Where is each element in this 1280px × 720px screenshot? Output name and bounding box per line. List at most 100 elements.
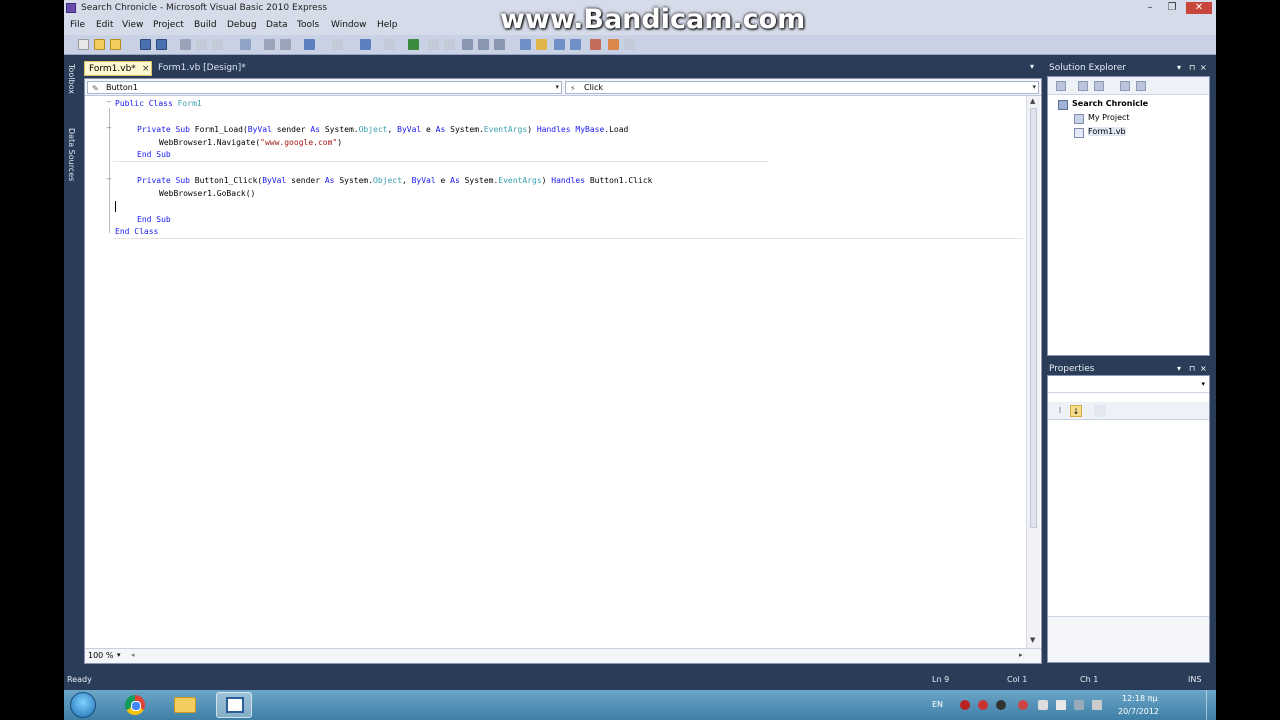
collapse-form-load-icon[interactable]: − xyxy=(105,125,113,133)
record-tray-icon[interactable] xyxy=(978,700,988,710)
status-bar: Ready Ln 9 Col 1 Ch 1 INS xyxy=(64,670,1216,690)
tab-form1-vb[interactable]: Form1.vb* × xyxy=(84,61,152,76)
network-signal-icon[interactable] xyxy=(1074,700,1084,710)
explorer-taskbar-button[interactable] xyxy=(166,692,202,718)
toolbar-options-icon[interactable] xyxy=(624,39,635,50)
volume-icon[interactable] xyxy=(1092,700,1102,710)
open-file-icon[interactable] xyxy=(94,39,105,50)
menu-data[interactable]: Data xyxy=(266,20,288,30)
close-icon[interactable]: × xyxy=(1200,61,1207,75)
menu-project[interactable]: Project xyxy=(153,20,184,30)
find-icon[interactable] xyxy=(240,39,251,50)
save-all-icon[interactable] xyxy=(156,39,167,50)
pin-icon[interactable]: ⊓ xyxy=(1189,362,1195,376)
network-tray-icon[interactable] xyxy=(1018,700,1028,710)
navigate-forward-icon[interactable] xyxy=(384,39,395,50)
window-position-icon[interactable]: ▾ xyxy=(1177,61,1181,75)
start-debugging-icon[interactable] xyxy=(408,39,419,50)
tree-item-project[interactable]: Search Chronicle xyxy=(1072,99,1148,108)
toolbox-tab[interactable]: Toolbox xyxy=(67,64,76,94)
code-editor[interactable]: ✎ Button1 ▾ ⚡ Click ▾ − − − Public Class… xyxy=(84,78,1042,664)
undo-icon[interactable] xyxy=(304,39,315,50)
scroll-up-icon[interactable]: ▲ xyxy=(1030,97,1035,105)
tab-form1-design[interactable]: Form1.vb [Design]* xyxy=(154,61,250,76)
menu-help[interactable]: Help xyxy=(377,20,398,30)
object-browser-icon[interactable] xyxy=(554,39,565,50)
tab-close-icon[interactable]: × xyxy=(142,62,150,77)
save-icon[interactable] xyxy=(140,39,151,50)
tabs-dropdown-icon[interactable]: ▾ xyxy=(1030,62,1034,71)
step-out-icon[interactable] xyxy=(494,39,505,50)
property-pages-icon[interactable] xyxy=(1094,405,1106,417)
bandicam-tray-icon[interactable] xyxy=(960,700,970,710)
visual-basic-taskbar-button[interactable] xyxy=(216,692,252,718)
language-indicator[interactable]: EN xyxy=(932,700,943,709)
power-icon[interactable] xyxy=(1056,700,1066,710)
show-desktop-button[interactable] xyxy=(1206,690,1216,720)
copy-icon[interactable] xyxy=(196,39,207,50)
app-tray-icon[interactable] xyxy=(996,700,1006,710)
clock-time[interactable]: 12:18 πμ xyxy=(1122,694,1158,703)
scroll-down-icon[interactable]: ▼ xyxy=(1030,636,1035,644)
code-text-area[interactable]: − − − Public Class Form1 Private Sub For… xyxy=(85,96,1025,648)
paste-icon[interactable] xyxy=(212,39,223,50)
tree-item-my-project[interactable]: My Project xyxy=(1088,113,1130,122)
tree-item-form1[interactable]: Form1.vb xyxy=(1088,127,1126,136)
collapse-class-icon[interactable]: − xyxy=(105,99,113,107)
menu-window[interactable]: Window xyxy=(331,20,367,30)
zoom-dropdown-icon[interactable]: ▾ xyxy=(117,651,121,659)
menu-debug[interactable]: Debug xyxy=(227,20,257,30)
alphabetical-icon[interactable]: ↓ xyxy=(1070,405,1082,417)
comment-icon[interactable] xyxy=(264,39,275,50)
scroll-thumb[interactable] xyxy=(1030,108,1037,528)
window-position-icon[interactable]: ▾ xyxy=(1177,362,1181,376)
cut-icon[interactable] xyxy=(180,39,191,50)
refresh-icon[interactable] xyxy=(1094,81,1104,91)
step-into-icon[interactable] xyxy=(462,39,473,50)
minimize-button[interactable]: – xyxy=(1140,2,1160,14)
action-center-icon[interactable] xyxy=(1038,700,1048,710)
chrome-taskbar-button[interactable] xyxy=(116,692,152,718)
stop-icon[interactable] xyxy=(444,39,455,50)
menu-tools[interactable]: Tools xyxy=(297,20,319,30)
toolbox-icon[interactable] xyxy=(570,39,581,50)
close-button[interactable]: ✕ xyxy=(1186,2,1212,14)
properties-icon[interactable] xyxy=(1056,81,1066,91)
clock-date[interactable]: 20/7/2012 xyxy=(1118,707,1159,716)
view-designer-icon[interactable] xyxy=(1136,81,1146,91)
zoom-level[interactable]: 100 % xyxy=(88,651,113,660)
properties-object-combo[interactable]: ▾ xyxy=(1048,378,1209,393)
show-all-files-icon[interactable] xyxy=(1078,81,1088,91)
start-button[interactable] xyxy=(70,692,96,718)
restore-button[interactable]: ❐ xyxy=(1162,2,1182,14)
scroll-left-icon[interactable]: ◂ xyxy=(131,651,135,659)
menu-build[interactable]: Build xyxy=(194,20,217,30)
properties-panel: ▾ ⁝ ↓ xyxy=(1047,375,1210,663)
scroll-right-icon[interactable]: ▸ xyxy=(1019,651,1023,659)
uncomment-icon[interactable] xyxy=(280,39,291,50)
categorized-icon[interactable]: ⁝ xyxy=(1054,405,1066,417)
event-combo[interactable]: ⚡ Click ▾ xyxy=(565,81,1039,94)
menu-view[interactable]: View xyxy=(122,20,143,30)
new-project-icon[interactable] xyxy=(78,39,89,50)
error-list-icon[interactable] xyxy=(590,39,601,50)
properties-window-icon[interactable] xyxy=(536,39,547,50)
close-icon[interactable]: × xyxy=(1200,362,1207,376)
view-code-icon[interactable] xyxy=(1120,81,1130,91)
navigate-back-icon[interactable] xyxy=(360,39,371,50)
add-item-icon[interactable] xyxy=(110,39,121,50)
object-combo[interactable]: ✎ Button1 ▾ xyxy=(87,81,562,94)
extension-manager-icon[interactable] xyxy=(608,39,619,50)
step-over-icon[interactable] xyxy=(478,39,489,50)
menu-edit[interactable]: Edit xyxy=(96,20,113,30)
status-column: Col 1 xyxy=(1007,675,1028,684)
solution-explorer-icon[interactable] xyxy=(520,39,531,50)
pin-icon[interactable]: ⊓ xyxy=(1189,61,1195,75)
redo-icon[interactable] xyxy=(332,39,343,50)
data-sources-tab[interactable]: Data Sources xyxy=(67,128,76,181)
vertical-scrollbar[interactable]: ▲ ▼ xyxy=(1026,96,1040,648)
collapse-button-click-icon[interactable]: − xyxy=(105,176,113,184)
pause-icon[interactable] xyxy=(428,39,439,50)
menu-file[interactable]: File xyxy=(70,20,85,30)
document-tabs: Form1.vb* × Form1.vb [Design]* xyxy=(84,61,1042,77)
